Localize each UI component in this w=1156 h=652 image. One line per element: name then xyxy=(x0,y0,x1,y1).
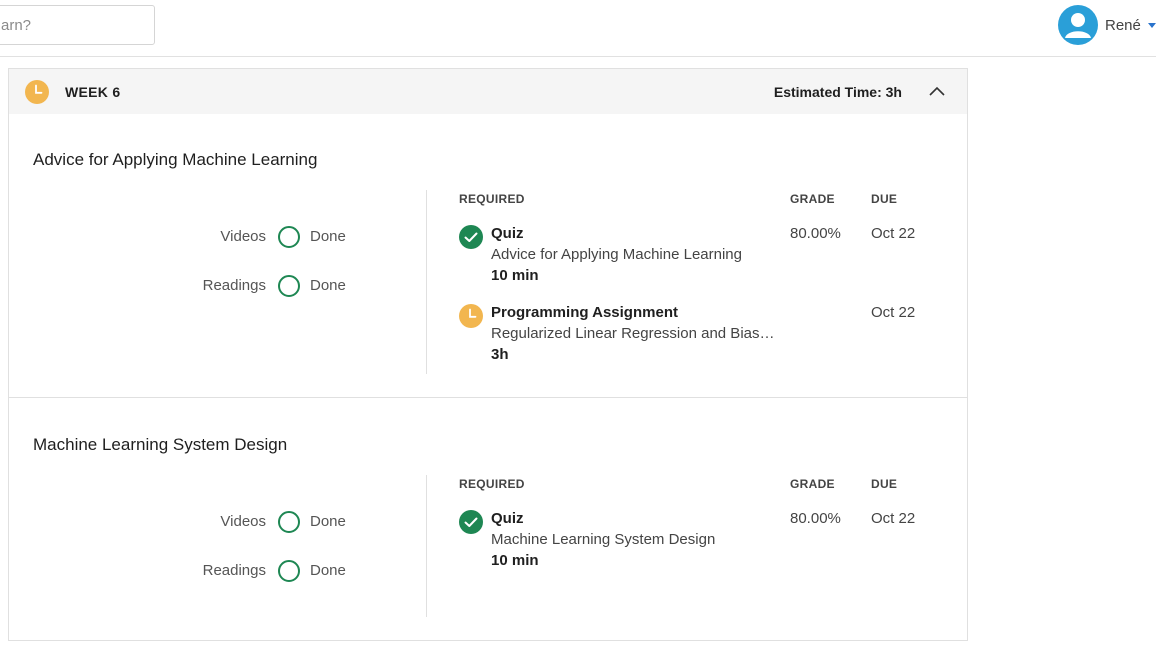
lesson-section: Advice for Applying Machine Learning Vid… xyxy=(9,114,967,398)
column-header-due: DUE xyxy=(871,192,898,206)
estimated-time: Estimated Time: 3h xyxy=(773,84,902,100)
clock-icon xyxy=(25,80,49,104)
item-name[interactable]: Machine Learning System Design xyxy=(491,531,715,548)
stat-label: Videos xyxy=(220,513,266,530)
stat-value: Done xyxy=(310,513,346,530)
list-item[interactable]: Quiz Advice for Applying Machine Learnin… xyxy=(459,225,939,291)
top-bar: René xyxy=(0,0,1156,57)
stat-value: Done xyxy=(310,228,346,245)
item-due: Oct 22 xyxy=(871,225,916,242)
column-header-grade: GRADE xyxy=(790,477,835,491)
list-item[interactable]: Quiz Machine Learning System Design 10 m… xyxy=(459,510,939,576)
chevron-down-icon[interactable] xyxy=(1147,22,1156,28)
item-type[interactable]: Quiz xyxy=(491,225,524,242)
week-card: WEEK 6 Estimated Time: 3h Advice for App… xyxy=(8,68,968,641)
stat-row-videos: Videos Done xyxy=(9,225,426,249)
search-input[interactable] xyxy=(0,6,154,44)
item-grade: 80.00% xyxy=(790,225,841,242)
item-name[interactable]: Advice for Applying Machine Learning xyxy=(491,246,742,263)
item-type[interactable]: Programming Assignment xyxy=(491,304,678,321)
stat-row-readings: Readings Done xyxy=(9,274,426,298)
stat-row-videos: Videos Done xyxy=(9,510,426,534)
check-circle-icon xyxy=(459,510,483,534)
list-item[interactable]: Programming Assignment Regularized Linea… xyxy=(459,304,939,370)
item-duration: 10 min xyxy=(491,552,539,569)
user-menu[interactable]: René xyxy=(1058,5,1156,45)
progress-ring-icon xyxy=(278,275,300,297)
column-header-grade: GRADE xyxy=(790,192,835,206)
divider xyxy=(426,190,427,374)
week-title: WEEK 6 xyxy=(65,84,121,100)
item-due: Oct 22 xyxy=(871,304,916,321)
item-duration: 10 min xyxy=(491,267,539,284)
lesson-title: Machine Learning System Design xyxy=(33,435,288,454)
item-name[interactable]: Regularized Linear Regression and Bias… xyxy=(491,325,775,342)
user-icon xyxy=(1065,13,1091,38)
stat-value: Done xyxy=(310,277,346,294)
column-header-required: REQUIRED xyxy=(459,192,525,206)
avatar[interactable] xyxy=(1058,5,1098,45)
search-box[interactable] xyxy=(0,5,155,45)
progress-ring-icon xyxy=(278,560,300,582)
item-due: Oct 22 xyxy=(871,510,916,527)
stat-value: Done xyxy=(310,562,346,579)
stat-label: Readings xyxy=(202,277,266,294)
item-type[interactable]: Quiz xyxy=(491,510,524,527)
progress-ring-icon xyxy=(278,226,300,248)
column-header-required: REQUIRED xyxy=(459,477,525,491)
stat-label: Readings xyxy=(202,562,266,579)
user-name[interactable]: René xyxy=(1105,17,1141,34)
column-header-due: DUE xyxy=(871,477,898,491)
stat-label: Videos xyxy=(220,228,266,245)
item-grade: 80.00% xyxy=(790,510,841,527)
divider xyxy=(426,475,427,617)
stat-row-readings: Readings Done xyxy=(9,559,426,583)
clock-icon xyxy=(459,304,483,328)
check-circle-icon xyxy=(459,225,483,249)
progress-ring-icon xyxy=(278,511,300,533)
week-header[interactable]: WEEK 6 Estimated Time: 3h xyxy=(9,69,967,114)
item-duration: 3h xyxy=(491,346,509,363)
lesson-title: Advice for Applying Machine Learning xyxy=(33,150,318,169)
lesson-section: Machine Learning System Design Videos Do… xyxy=(9,399,967,641)
chevron-up-icon[interactable] xyxy=(927,81,947,101)
